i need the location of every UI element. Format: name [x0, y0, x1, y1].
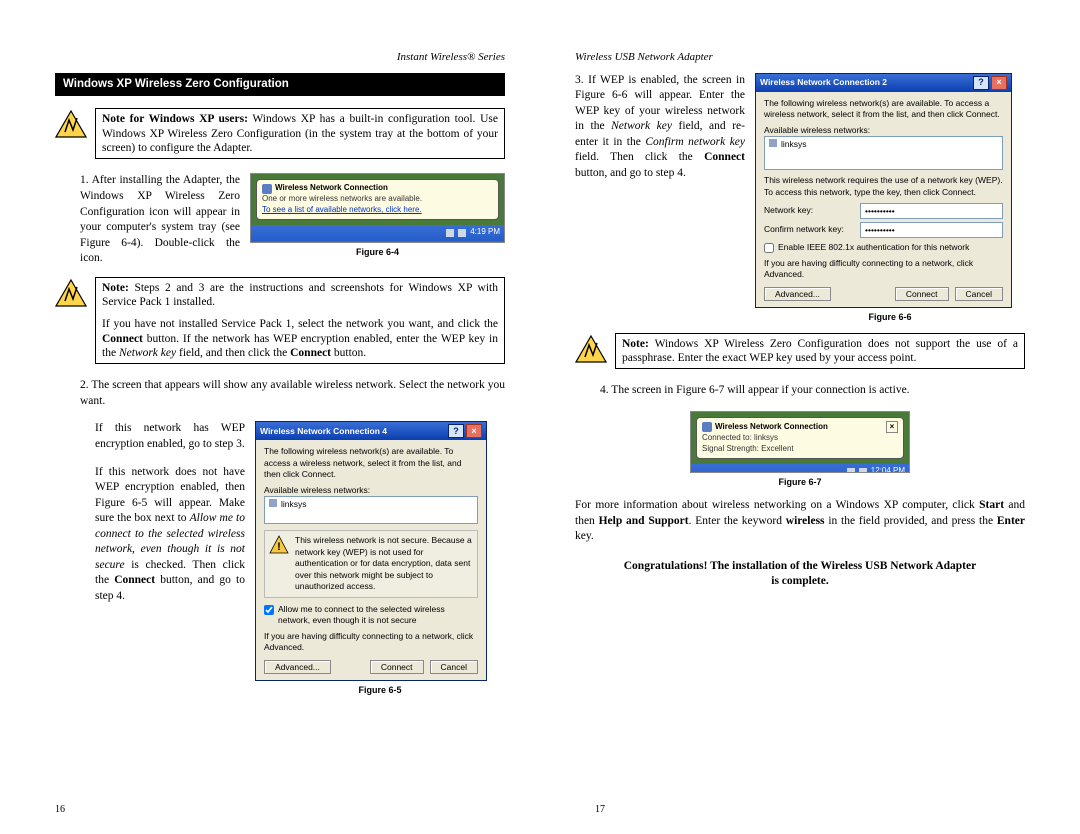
- confirm-key-row: Confirm network key:: [764, 222, 1003, 238]
- note2-bold: Note:: [102, 282, 129, 294]
- right-header: Wireless USB Network Adapter: [575, 50, 1025, 65]
- dialog66-intro: The following wireless network(s) are av…: [764, 98, 1003, 121]
- tray-icon[interactable]: [847, 468, 855, 473]
- more-info: For more information about wireless netw…: [575, 498, 1025, 545]
- dialog65-intro: The following wireless network(s) are av…: [264, 446, 478, 480]
- step-2-intro: 2. The screen that appears will show any…: [80, 378, 505, 409]
- balloon67-title: Wireless Network Connection: [715, 422, 828, 433]
- dialog66-checkbox[interactable]: Enable IEEE 802.1x authentication for th…: [764, 242, 1003, 253]
- congrats: Congratulations! The installation of the…: [575, 559, 1025, 590]
- dialog-66: Wireless Network Connection 2 ? × The fo…: [755, 73, 1012, 308]
- note-box-3: Note: Windows XP Wireless Zero Configura…: [615, 333, 1025, 370]
- note-3: Note: Windows XP Wireless Zero Configura…: [575, 333, 1025, 370]
- dialog66-titlebar: Wireless Network Connection 2 ? ×: [756, 74, 1011, 92]
- warning-icon: [55, 110, 87, 138]
- wifi-icon: [702, 422, 712, 432]
- pagenum-left: 16: [55, 803, 65, 817]
- balloon64-line1: One or more wireless networks are availa…: [262, 194, 493, 205]
- balloon67-line1: Connected to: linksys: [702, 433, 898, 444]
- note3-bold: Note:: [622, 338, 649, 350]
- balloon-67: Wireless Network Connection × Connected t…: [696, 417, 904, 459]
- time-64: 4:19 PM: [470, 227, 500, 238]
- balloon64-link[interactable]: To see a list of available networks, cli…: [262, 205, 422, 214]
- cancel-button[interactable]: Cancel: [430, 660, 478, 674]
- dialog-65: Wireless Network Connection 4 ? × The fo…: [255, 421, 487, 680]
- left-page: Instant Wireless® Series Windows XP Wire…: [0, 0, 540, 834]
- shield-warning-icon: !: [269, 535, 289, 555]
- note-1: Note for Windows XP users: Windows XP ha…: [55, 108, 505, 159]
- fig66-caption: Figure 6-6: [755, 311, 1025, 323]
- dialog66-advhint: If you are having difficulty connecting …: [764, 258, 1003, 281]
- fig65-caption: Figure 6-5: [255, 684, 505, 696]
- balloon64-title: Wireless Network Connection: [275, 183, 388, 194]
- tray-icon[interactable]: [859, 468, 867, 473]
- fig67-caption: Figure 6-7: [778, 476, 821, 488]
- tray-icon[interactable]: [446, 229, 454, 237]
- dialog65-advhint: If you are having difficulty connecting …: [264, 631, 478, 654]
- right-page: Wireless USB Network Adapter 3. If WEP i…: [540, 0, 1080, 834]
- dialog66-title: Wireless Network Connection 2: [760, 77, 887, 88]
- dialog66-listbox[interactable]: linksys: [764, 136, 1003, 170]
- connect-button[interactable]: Connect: [895, 287, 949, 301]
- figure-6-7: Wireless Network Connection × Connected t…: [575, 411, 1025, 488]
- time-67: 12:04 PM: [871, 466, 905, 473]
- close-icon[interactable]: ×: [886, 421, 898, 433]
- left-header: Instant Wireless® Series: [55, 50, 505, 65]
- dialog65-warnbox: ! This wireless network is not secure. B…: [264, 530, 478, 597]
- connect-button[interactable]: Connect: [370, 660, 424, 674]
- step-2-row: If this network has WEP encryption enabl…: [55, 421, 505, 695]
- help-button[interactable]: ?: [448, 424, 464, 438]
- help-button[interactable]: ?: [973, 76, 989, 90]
- dialog65-warn: This wireless network is not secure. Bec…: [295, 535, 473, 592]
- figure-6-4: Wireless Network Connection One or more …: [250, 173, 505, 266]
- fig64-caption: Figure 6-4: [250, 246, 505, 258]
- network-key-input[interactable]: [860, 203, 1003, 219]
- dialog65-title: Wireless Network Connection 4: [260, 426, 387, 437]
- step-4: 4. The screen in Figure 6-7 will appear …: [600, 383, 1025, 399]
- dialog66-wephint: This wireless network requires the use o…: [764, 175, 1003, 198]
- step-1-row: 1. After installing the Adapter, the Win…: [55, 173, 505, 266]
- dialog65-listbox[interactable]: linksys: [264, 496, 478, 524]
- step-1-text: 1. After installing the Adapter, the Win…: [80, 173, 240, 266]
- note-box-2: Note: Steps 2 and 3 are the instructions…: [95, 277, 505, 365]
- tray-icon[interactable]: [458, 229, 466, 237]
- svg-text:!: !: [277, 541, 281, 553]
- figure-6-6: Wireless Network Connection 2 ? × The fo…: [755, 73, 1025, 323]
- step-3-text: 3. If WEP is enabled, the screen in Figu…: [575, 73, 745, 323]
- balloon67-line2: Signal Strength: Excellent: [702, 444, 898, 455]
- confirm-key-input[interactable]: [860, 222, 1003, 238]
- section-title: Windows XP Wireless Zero Configuration: [55, 73, 505, 97]
- note-box-1: Note for Windows XP users: Windows XP ha…: [95, 108, 505, 159]
- figure-6-5: Wireless Network Connection 4 ? × The fo…: [255, 421, 505, 695]
- dialog65-checkbox[interactable]: Allow me to connect to the selected wire…: [264, 604, 478, 627]
- step2a: If this network has WEP encryption enabl…: [95, 421, 245, 452]
- note1-bold: Note for Windows XP users:: [102, 113, 248, 125]
- dialog65-titlebar: Wireless Network Connection 4 ? ×: [256, 422, 486, 440]
- step-2-text: If this network has WEP encryption enabl…: [95, 421, 245, 695]
- note3-text: Windows XP Wireless Zero Configuration d…: [622, 338, 1018, 364]
- advanced-button[interactable]: Advanced...: [264, 660, 331, 674]
- step-3-row: 3. If WEP is enabled, the screen in Figu…: [575, 73, 1025, 323]
- cancel-button[interactable]: Cancel: [955, 287, 1003, 301]
- note2-text: Steps 2 and 3 are the instructions and s…: [102, 282, 498, 308]
- dialog65-avail-label: Available wireless networks:: [264, 485, 478, 496]
- taskbar-67: 12:04 PM: [691, 464, 909, 473]
- balloon-64: Wireless Network Connection One or more …: [256, 179, 499, 219]
- note-2: Note: Steps 2 and 3 are the instructions…: [55, 277, 505, 365]
- wifi-icon: [262, 184, 272, 194]
- taskbar-64: 4:19 PM: [251, 225, 504, 241]
- warning-icon: [55, 279, 87, 307]
- dialog66-avail-label: Available wireless networks:: [764, 125, 1003, 136]
- advanced-button[interactable]: Advanced...: [764, 287, 831, 301]
- warning-icon: [575, 335, 607, 363]
- network-key-row: Network key:: [764, 203, 1003, 219]
- close-button[interactable]: ×: [466, 424, 482, 438]
- pagenum-right: 17: [595, 803, 1025, 817]
- close-button[interactable]: ×: [991, 76, 1007, 90]
